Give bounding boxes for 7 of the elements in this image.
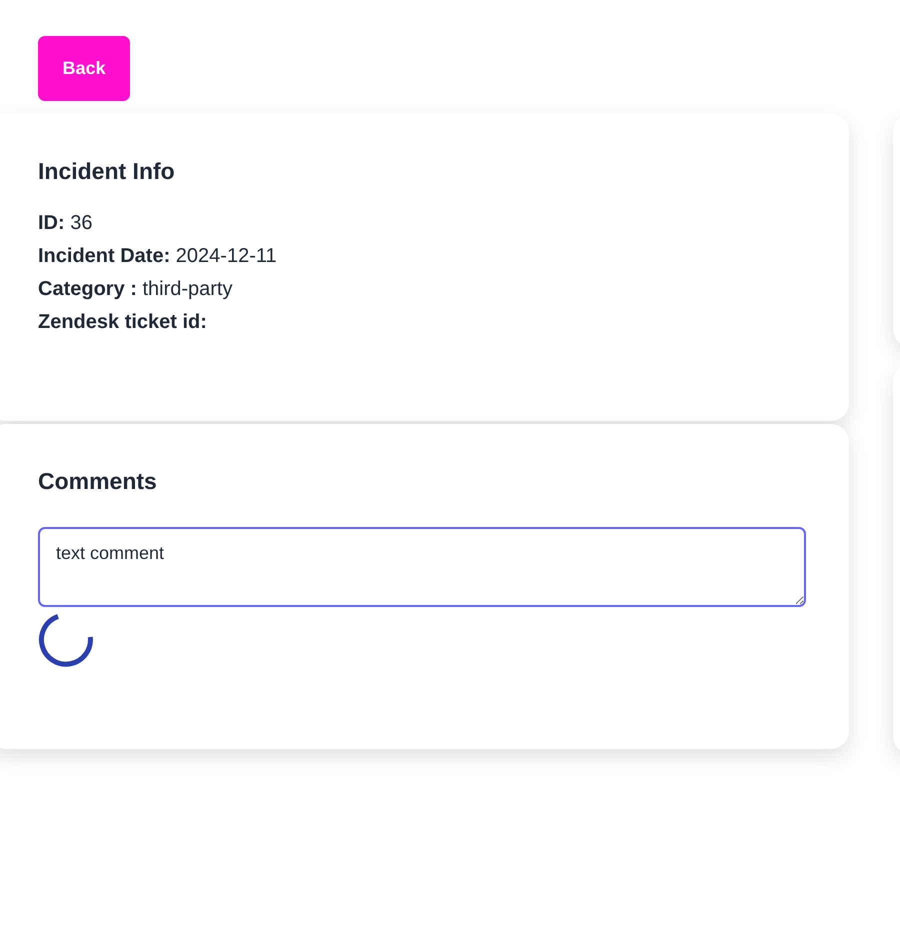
section-title: Comments: [38, 468, 158, 495]
field-line: Category : third-party: [38, 277, 234, 302]
field-line: ID: 36: [38, 211, 94, 236]
field-line: Zendesk ticket id:: [38, 310, 208, 335]
comment-field[interactable]: text comment: [38, 527, 806, 607]
field-line: Incident Date: 2024-12-11: [38, 244, 278, 269]
section-title: Incident Info: [38, 158, 176, 185]
